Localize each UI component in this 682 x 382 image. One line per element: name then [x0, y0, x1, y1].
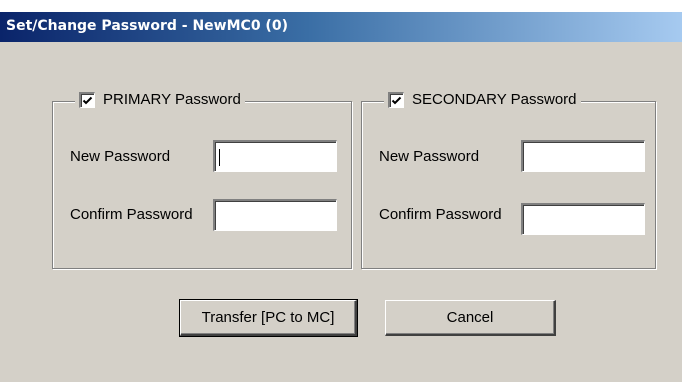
secondary-new-password-field[interactable]	[521, 140, 645, 172]
checkmark-icon	[391, 96, 402, 104]
secondary-password-checkbox[interactable]	[388, 91, 404, 108]
transfer-button[interactable]: Transfer [PC to MC]	[179, 299, 358, 337]
password-dialog: Set/Change Password - NewMC0 (0) PRIMARY…	[0, 0, 682, 382]
checkmark-icon	[82, 96, 93, 104]
top-margin	[0, 0, 682, 12]
secondary-new-password-label: New Password	[379, 148, 480, 165]
primary-password-group: PRIMARY Password	[52, 91, 352, 269]
title-bar[interactable]: Set/Change Password - NewMC0 (0)	[0, 12, 682, 42]
primary-password-label: PRIMARY Password	[103, 91, 241, 108]
primary-new-password-field[interactable]	[213, 140, 337, 172]
window-title: Set/Change Password - NewMC0 (0)	[6, 18, 288, 34]
primary-confirm-password-field[interactable]	[213, 199, 337, 231]
secondary-password-label: SECONDARY Password	[412, 91, 577, 108]
secondary-confirm-password-field[interactable]	[521, 203, 645, 235]
cancel-button[interactable]: Cancel	[385, 300, 556, 336]
text-caret	[219, 149, 220, 166]
primary-new-password-label: New Password	[70, 148, 171, 165]
primary-password-checkbox[interactable]	[79, 91, 95, 108]
primary-confirm-password-label: Confirm Password	[70, 206, 193, 223]
primary-password-legend: PRIMARY Password	[75, 91, 245, 108]
secondary-password-group: SECONDARY Password	[361, 91, 656, 269]
secondary-confirm-password-label: Confirm Password	[379, 206, 502, 223]
secondary-password-legend: SECONDARY Password	[384, 91, 581, 108]
